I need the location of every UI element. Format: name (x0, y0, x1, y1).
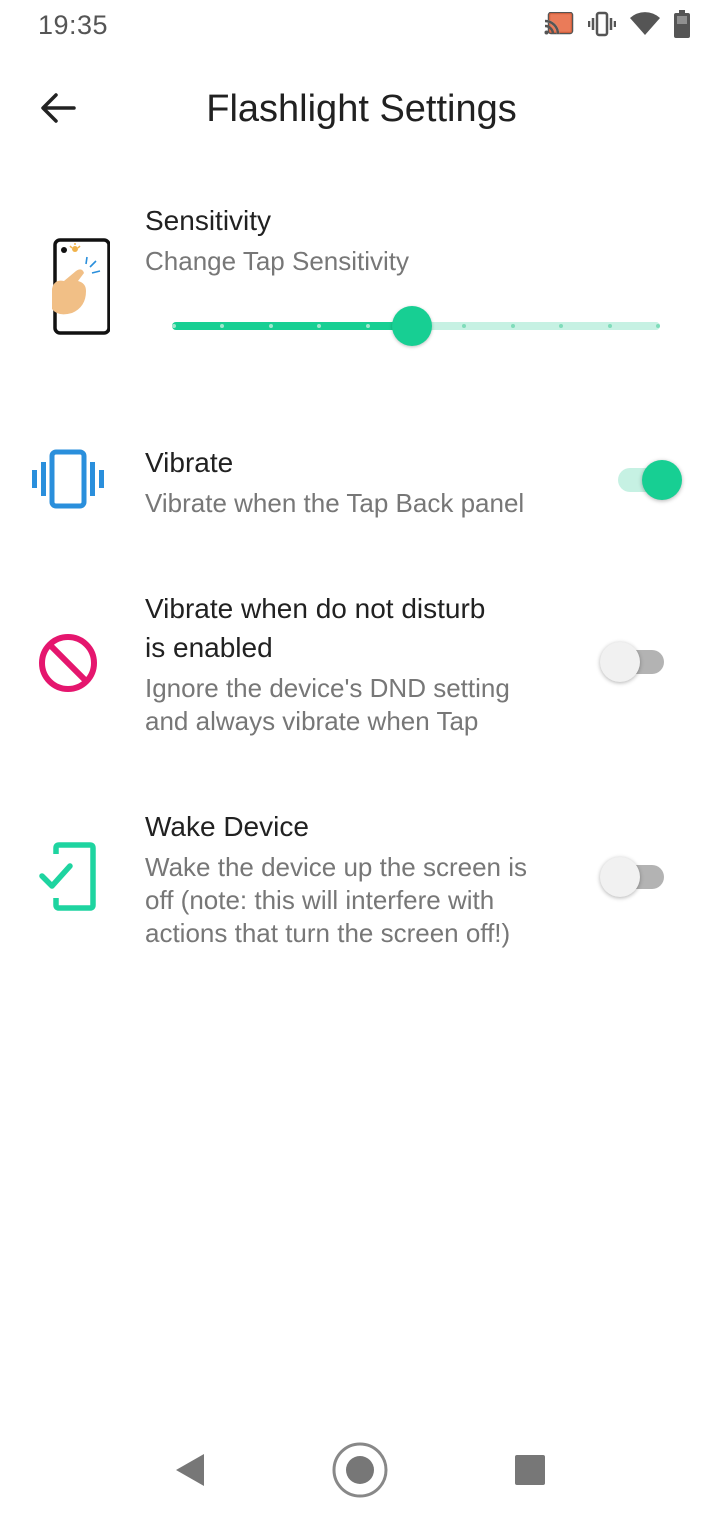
dnd-subtitle-line1: Ignore the device's DND setting (145, 673, 510, 703)
dnd-switch[interactable] (598, 640, 670, 684)
phone-tap-icon (48, 236, 112, 336)
slider-tick (656, 324, 660, 328)
vibrate-mode-icon (587, 11, 617, 42)
dnd-title-line1: Vibrate when do not disturb (145, 593, 486, 624)
sensitivity-subtitle: Change Tap Sensitivity (145, 246, 410, 276)
wake-subtitle-line1: Wake the device up the screen is (145, 852, 528, 882)
slider-tick (172, 324, 176, 328)
slider-track-fill (172, 322, 416, 330)
slider-tick (268, 324, 273, 328)
slider-tick (510, 324, 515, 328)
wifi-icon (630, 11, 660, 41)
nav-home-button[interactable] (326, 1440, 394, 1504)
block-icon (36, 631, 100, 695)
vibrate-switch[interactable] (612, 458, 684, 502)
status-time: 19:35 (38, 10, 109, 40)
dnd-subtitle-line2: and always vibrate when Tap (145, 706, 479, 736)
vibrate-subtitle: Vibrate when the Tap Back panel (145, 488, 525, 518)
switch-thumb (600, 857, 640, 897)
slider-tick (607, 324, 612, 328)
dnd-title-line2: is enabled (145, 632, 273, 663)
sensitivity-slider[interactable] (172, 306, 660, 346)
page-title: Flashlight Settings (206, 88, 517, 130)
switch-thumb (642, 460, 682, 500)
nav-recents-button[interactable] (500, 1440, 560, 1504)
cast-icon (544, 11, 574, 41)
status-icons (544, 9, 690, 43)
wake-subtitle-line2: off (note: this will interfere with (145, 885, 495, 915)
phone-check-icon (38, 842, 98, 912)
battery-icon (674, 9, 690, 43)
nav-home-icon (331, 1441, 389, 1504)
nav-back-button[interactable] (160, 1440, 220, 1504)
vibrate-title: Vibrate (145, 447, 234, 478)
nav-back-icon (174, 1452, 206, 1493)
sensitivity-title: Sensitivity (145, 205, 272, 236)
wake-switch[interactable] (598, 855, 670, 899)
switch-thumb (600, 642, 640, 682)
nav-recents-icon (514, 1454, 546, 1491)
slider-thumb[interactable] (392, 306, 432, 346)
slider-tick (365, 324, 370, 328)
vibration-icon (30, 448, 106, 510)
wake-title: Wake Device (145, 811, 309, 842)
wake-subtitle-line3: actions that turn the screen off!) (145, 918, 511, 948)
